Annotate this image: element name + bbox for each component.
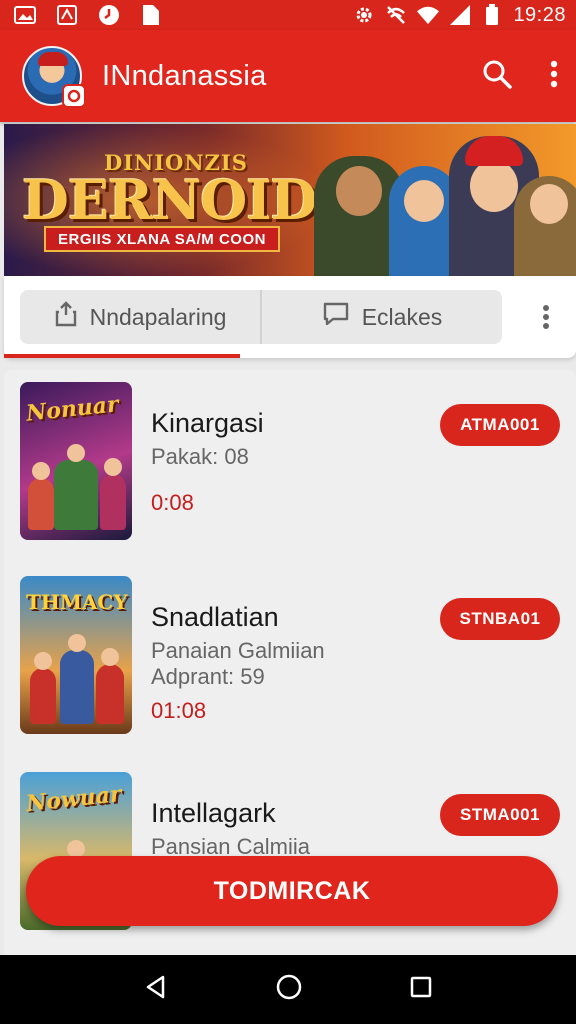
status-system: 19:28 xyxy=(353,4,566,27)
item-title: Intellagark xyxy=(151,798,276,828)
banner-character-4 xyxy=(514,176,576,276)
document-icon xyxy=(140,5,162,25)
tab-more-icon[interactable] xyxy=(542,304,550,335)
game-thumbnail[interactable]: THMACY xyxy=(20,576,132,734)
clock-icon xyxy=(98,5,120,25)
app-screen: 19:28 INndanassia DINIONZIS DERNOIDAH ER… xyxy=(0,0,576,1024)
list-item[interactable]: THMACY Snadlatian Panaian Galmiian Adpra… xyxy=(4,564,576,734)
wifi-icon xyxy=(417,5,440,25)
thumbnail-title: Nowuar xyxy=(24,781,123,817)
pdf-icon xyxy=(56,5,78,25)
battery-icon xyxy=(481,4,503,25)
item-subtitle: Panaian Galmiian xyxy=(151,638,325,663)
thumb-figure xyxy=(54,460,98,530)
system-nav-bar xyxy=(0,955,576,1024)
primary-action-button[interactable]: TODMIRCAK xyxy=(26,856,558,926)
settings-icon xyxy=(353,5,375,25)
item-action-badge[interactable]: STMA001 xyxy=(440,794,560,836)
item-action-badge[interactable]: ATMA001 xyxy=(440,404,560,446)
tab-label: Nndapalaring xyxy=(89,303,227,330)
item-subtitle: Pakak: 08 xyxy=(151,444,249,469)
app-bar: INndanassia xyxy=(0,30,576,122)
tab-selection-indicator xyxy=(4,354,240,358)
status-bar: 19:28 xyxy=(0,0,576,30)
promo-banner[interactable]: DINIONZIS DERNOIDAH ERGIIS XLANA SA/M CO… xyxy=(4,124,576,276)
list-item[interactable]: Nonuar Kinargasi Pakak: 08 0:08 ATMA001 xyxy=(4,370,576,540)
thumb-figure xyxy=(60,650,94,724)
recents-icon[interactable] xyxy=(409,975,433,1004)
banner-tagline: ERGIIS XLANA SA/M COON xyxy=(44,226,280,252)
chat-bubble-icon xyxy=(322,301,350,333)
item-title: Snadlatian xyxy=(151,602,279,632)
status-time: 19:28 xyxy=(513,3,566,26)
item-title: Kinargasi xyxy=(151,408,264,438)
search-icon[interactable] xyxy=(482,59,512,94)
more-vert-icon[interactable] xyxy=(550,60,558,93)
tab-eclakes[interactable]: Eclakes xyxy=(260,290,502,344)
cell-signal-icon xyxy=(449,5,471,25)
tab-card: Nndapalaring Eclakes xyxy=(4,276,576,358)
item-action-badge[interactable]: STNBA01 xyxy=(440,598,560,640)
thumb-figure xyxy=(100,474,126,530)
item-subtitle-secondary: Adprant: 59 xyxy=(151,664,265,689)
status-notifications xyxy=(14,5,162,25)
app-bar-actions xyxy=(482,59,558,94)
red-hat-shape xyxy=(465,136,523,166)
thumb-figure xyxy=(30,668,56,724)
hat-shape xyxy=(38,52,68,66)
share-upload-icon xyxy=(54,301,78,333)
item-time: 0:08 xyxy=(151,490,194,515)
item-time: 01:08 xyxy=(151,698,207,723)
game-thumbnail[interactable]: Nonuar xyxy=(20,382,132,540)
tab-nndapalaring[interactable]: Nndapalaring xyxy=(20,290,260,344)
thumb-figure xyxy=(96,664,124,724)
app-title: INndanassia xyxy=(102,59,267,92)
thumbnail-title: THMACY xyxy=(26,590,128,614)
tab-label: Eclakes xyxy=(361,303,443,330)
home-icon[interactable] xyxy=(275,973,303,1006)
thumbnail-title: Nonuar xyxy=(24,391,120,427)
no-signal-icon xyxy=(385,5,407,25)
image-icon xyxy=(14,5,36,25)
badge-icon xyxy=(62,84,86,108)
app-logo-avatar[interactable] xyxy=(22,46,86,108)
tab-bar: Nndapalaring Eclakes xyxy=(20,290,502,344)
thumb-figure xyxy=(28,478,54,530)
back-icon[interactable] xyxy=(143,974,169,1005)
